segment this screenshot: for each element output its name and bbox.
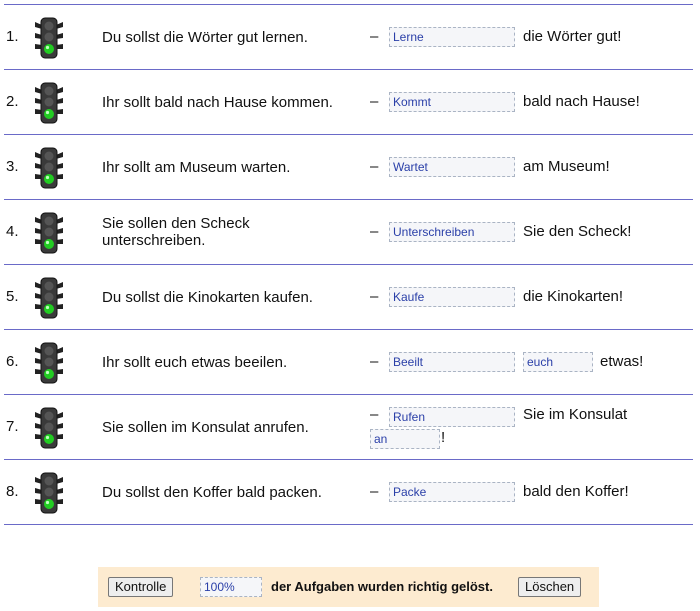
score-field: 100% [200, 577, 262, 597]
answer-input[interactable] [389, 157, 515, 177]
prompt-text: Ihr sollt bald nach Hause kommen. [102, 93, 333, 111]
row-number: 7. [6, 418, 19, 435]
row-number: 1. [6, 28, 19, 45]
row-number: 2. [6, 93, 19, 110]
control-bar: Kontrolle 100% der Aufgaben wurden richt… [98, 567, 599, 607]
traffic-light-icon [35, 82, 63, 124]
dash: – [370, 93, 379, 110]
answer-input[interactable] [389, 352, 515, 372]
dash: – [370, 158, 379, 175]
sentence-rest: bald den Koffer! [523, 483, 629, 500]
sentence-rest: Sie im Konsulat [523, 406, 628, 423]
prompt-text: Ihr sollt euch etwas beeilen. [102, 353, 288, 371]
exercise-row-5: 5. Du sollst die Kinokarten kaufen. – di… [4, 264, 693, 329]
prompt-text: Ihr sollt am Museum warten. [102, 158, 291, 176]
row-number: 5. [6, 288, 19, 305]
row-number: 4. [6, 223, 19, 240]
traffic-light-icon [35, 212, 63, 254]
clear-button[interactable]: Löschen [518, 577, 582, 597]
sentence-rest: etwas! [600, 353, 644, 370]
prompt-text: Sie sollen den Scheck unterschreiben. [102, 215, 250, 249]
prompt-text: Du sollst den Koffer bald packen. [102, 483, 322, 501]
answer-input-second[interactable] [370, 429, 440, 449]
dash: – [370, 406, 379, 423]
row-number: 3. [6, 158, 19, 175]
dash: – [370, 353, 379, 370]
answer-input-second[interactable] [523, 352, 593, 372]
prompt-text: Du sollst die Wörter gut lernen. [102, 28, 308, 46]
sentence-rest: die Wörter gut! [523, 28, 622, 45]
check-button[interactable]: Kontrolle [108, 577, 174, 597]
traffic-light-icon [35, 277, 63, 319]
answer-input[interactable] [389, 407, 515, 427]
exercise-row-4: 4. Sie sollen den Scheck unterschreiben.… [4, 199, 693, 264]
traffic-light-icon [35, 407, 63, 449]
row-number: 8. [6, 483, 19, 500]
exercise-row-8: 8. Du sollst den Koffer bald packen. – b… [4, 459, 693, 525]
sentence-rest: die Kinokarten! [523, 288, 624, 305]
dash: – [370, 28, 379, 45]
answer-input[interactable] [389, 222, 515, 242]
traffic-light-icon [35, 342, 63, 384]
prompt-text: Du sollst die Kinokarten kaufen. [102, 288, 313, 306]
prompt-text: Sie sollen im Konsulat anrufen. [102, 418, 309, 436]
sentence-rest: Sie den Scheck! [523, 223, 632, 240]
answer-input[interactable] [389, 482, 515, 502]
dash: – [370, 483, 379, 500]
traffic-light-icon [35, 472, 63, 514]
score-text: der Aufgaben wurden richtig gelöst. [271, 579, 493, 594]
exercise-row-1: 1. Du sollst die Wörter gut lernen. – di… [4, 4, 693, 69]
answer-input[interactable] [389, 92, 515, 112]
sentence-rest: am Museum! [523, 158, 610, 175]
dash: – [370, 223, 379, 240]
sentence-rest: bald nach Hause! [523, 93, 640, 110]
traffic-light-icon [35, 17, 63, 59]
row-number: 6. [6, 353, 19, 370]
answer-input[interactable] [389, 287, 515, 307]
sentence-end: ! [441, 429, 446, 446]
traffic-light-icon [35, 147, 63, 189]
dash: – [370, 288, 379, 305]
exercise-row-6: 6. Ihr sollt euch etwas beeilen. – etwas… [4, 329, 693, 394]
answer-input[interactable] [389, 27, 515, 47]
exercise-row-3: 3. Ihr sollt am Museum warten. – am Muse… [4, 134, 693, 199]
exercise-row-7: 7. Sie sollen im Konsulat anrufen. – Sie… [4, 394, 693, 459]
exercise-row-2: 2. Ihr sollt bald nach Hause kommen. – b… [4, 69, 693, 134]
exercise-list: 1. Du sollst die Wörter gut lernen. – di… [4, 4, 693, 525]
